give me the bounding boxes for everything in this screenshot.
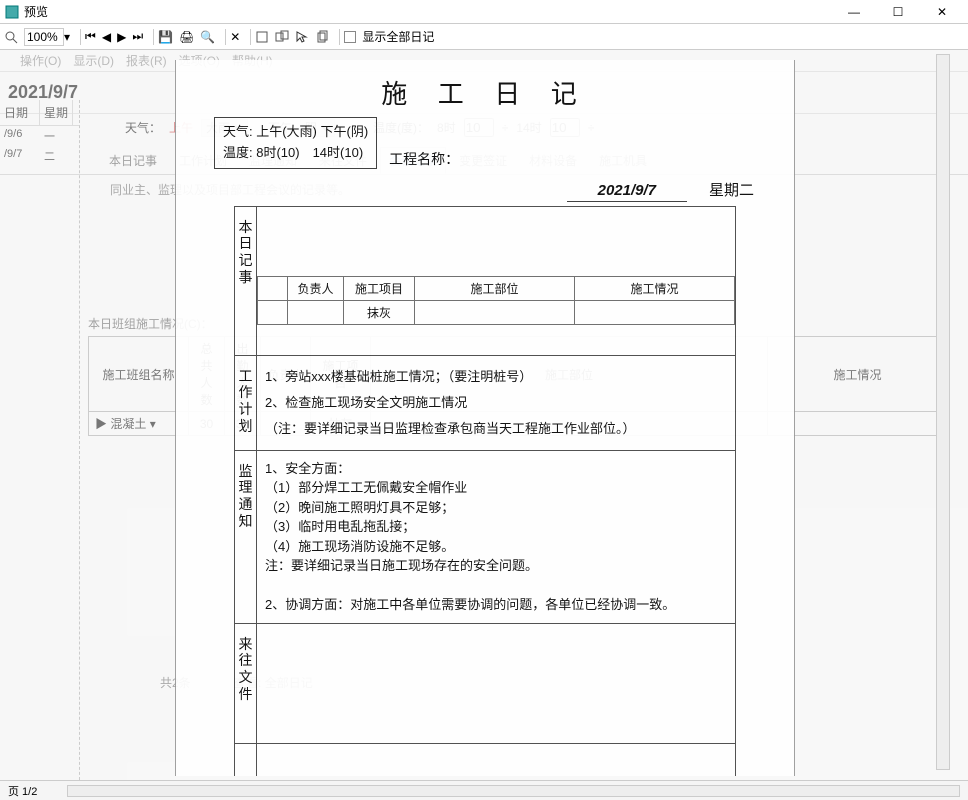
doc-weekday: 星期二 bbox=[709, 183, 754, 199]
vertical-scrollbar[interactable] bbox=[936, 54, 950, 770]
weather-line1: 天气: 上午(大雨) 下午(阴) bbox=[223, 122, 368, 143]
section-label-supervise: 监理通知 bbox=[235, 450, 257, 623]
weather-line2: 温度: 8时(10) 14时(10) bbox=[223, 143, 368, 164]
weather-box: 天气: 上午(大雨) 下午(阴) 温度: 8时(10) 14时(10) bbox=[214, 117, 377, 169]
doc-date-row: 2021/9/7 星期二 bbox=[176, 179, 794, 206]
preview-document: 施 工 日 记 天气: 上午(大雨) 下午(阴) 温度: 8时(10) 14时(… bbox=[175, 60, 795, 776]
section-label-today: 本日记事 bbox=[235, 206, 257, 355]
document-page: 施 工 日 记 天气: 上午(大雨) 下午(阴) 温度: 8时(10) 14时(… bbox=[175, 60, 795, 776]
doc-date: 2021/9/7 bbox=[567, 182, 687, 202]
doc-main-table: 本日记事 负责人 施工项目 施工部位 施工情况 bbox=[234, 206, 736, 776]
preview-overlay: 施 工 日 记 天气: 上午(大雨) 下午(阴) 温度: 8时(10) 14时(… bbox=[0, 0, 968, 800]
section-today-content: 负责人 施工项目 施工部位 施工情况 抹灰 bbox=[257, 206, 736, 355]
section-label-docs: 来往文件 bbox=[235, 623, 257, 743]
preview-footer: 页 1/2 bbox=[0, 780, 968, 800]
section-plan-content: 1、旁站xxx楼基础桩施工情况；（要注明桩号） 2、检查施工现场安全文明施工情况… bbox=[257, 355, 736, 450]
section-label-plan: 工作计划 bbox=[235, 355, 257, 450]
section-supervise-content: 1、安全方面： （1）部分焊工工无佩戴安全帽作业 （2）晚间施工照明灯具不足够；… bbox=[257, 450, 736, 623]
horizontal-scrollbar[interactable] bbox=[67, 785, 960, 797]
section-docs-content bbox=[257, 623, 736, 743]
doc-title: 施 工 日 记 bbox=[176, 60, 794, 117]
today-inner-table: 负责人 施工项目 施工部位 施工情况 抹灰 bbox=[257, 207, 735, 355]
page-indicator: 页 1/2 bbox=[8, 783, 37, 799]
project-name-label: 工程名称： bbox=[389, 149, 756, 169]
